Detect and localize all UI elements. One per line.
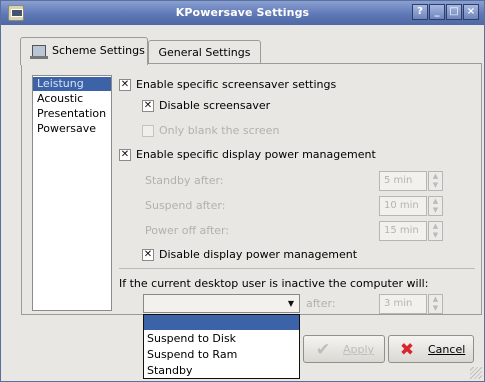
spin-up-icon[interactable]: ▲ bbox=[429, 222, 442, 231]
power-off-after-value[interactable]: 15 min bbox=[379, 221, 427, 241]
enable-display-pm-label: Enable specific display power management bbox=[136, 148, 376, 161]
suspend-after-spinbox[interactable]: 10 min ▲ ▼ bbox=[379, 196, 443, 216]
apply-button-label: Apply bbox=[343, 343, 375, 356]
scheme-item-powersave[interactable]: Powersave bbox=[33, 122, 111, 136]
only-blank-checkbox[interactable] bbox=[142, 125, 154, 137]
scheme-item-acoustic[interactable]: Acoustic bbox=[33, 92, 111, 106]
cancel-button[interactable]: ✖ Cancel bbox=[388, 335, 474, 363]
suspend-after-value[interactable]: 10 min bbox=[379, 196, 427, 216]
title-bar[interactable]: KPowersave Settings ? _ □ × bbox=[1, 1, 484, 25]
spin-up-icon[interactable]: ▲ bbox=[429, 172, 442, 181]
cancel-button-label: Cancel bbox=[428, 343, 466, 356]
spin-down-icon[interactable]: ▼ bbox=[429, 231, 442, 240]
suspend-after-label: Suspend after: bbox=[145, 199, 226, 212]
suspend-spin-arrows[interactable]: ▲ ▼ bbox=[428, 196, 443, 216]
inactive-after-spinbox[interactable]: 3 min ▲ ▼ bbox=[379, 294, 443, 314]
standby-spin-arrows[interactable]: ▲ ▼ bbox=[428, 171, 443, 191]
disable-screensaver-checkbox[interactable]: ✕ bbox=[142, 100, 154, 112]
inactive-action-label: If the current desktop user is inactive … bbox=[119, 277, 429, 290]
kpowersave-window: KPowersave Settings ? _ □ × Scheme Setti… bbox=[0, 0, 485, 382]
scheme-list[interactable]: Leistung Acoustic Presentation Powersave bbox=[32, 75, 112, 311]
only-blank-label: Only blank the screen bbox=[159, 124, 280, 137]
inactive-spin-arrows[interactable]: ▲ ▼ bbox=[428, 294, 443, 314]
scheme-item-leistung[interactable]: Leistung bbox=[33, 77, 111, 91]
resize-grip[interactable] bbox=[470, 367, 482, 379]
tab-scheme-settings[interactable]: Scheme Settings bbox=[20, 37, 148, 65]
chevron-down-icon[interactable]: ▼ bbox=[283, 295, 299, 312]
enable-screensaver-checkbox[interactable]: ✕ bbox=[119, 79, 131, 91]
spin-down-icon[interactable]: ▼ bbox=[429, 181, 442, 190]
spin-up-icon[interactable]: ▲ bbox=[429, 197, 442, 206]
disable-screensaver-label: Disable screensaver bbox=[159, 99, 271, 112]
cancel-x-icon: ✖ bbox=[399, 340, 415, 360]
inactive-after-value[interactable]: 3 min bbox=[379, 294, 427, 314]
disable-display-pm-checkbox[interactable]: ✕ bbox=[142, 249, 154, 261]
power-off-after-spinbox[interactable]: 15 min ▲ ▼ bbox=[379, 221, 443, 241]
help-button[interactable]: ? bbox=[412, 4, 428, 20]
maximize-button[interactable]: □ bbox=[446, 4, 462, 20]
spin-up-icon[interactable]: ▲ bbox=[429, 295, 442, 304]
close-button[interactable]: × bbox=[463, 4, 479, 20]
enable-display-pm-checkbox[interactable]: ✕ bbox=[119, 149, 131, 161]
section-divider bbox=[119, 268, 475, 269]
checkmark-icon: ✔ bbox=[315, 340, 331, 360]
enable-screensaver-label: Enable specific screensaver settings bbox=[136, 78, 337, 91]
standby-after-spinbox[interactable]: 5 min ▲ ▼ bbox=[379, 171, 443, 191]
after-label: after: bbox=[306, 297, 336, 310]
scheme-item-presentation[interactable]: Presentation bbox=[33, 107, 111, 121]
disable-display-pm-label: Disable display power management bbox=[159, 248, 358, 261]
option-suspend-to-ram[interactable]: Suspend to Ram bbox=[147, 348, 237, 362]
tab-scheme-settings-label: Scheme Settings bbox=[52, 44, 145, 57]
standby-after-label: Standby after: bbox=[145, 174, 224, 187]
minimize-button[interactable]: _ bbox=[429, 4, 445, 20]
dropdown-empty-highlighted-option[interactable] bbox=[144, 315, 299, 330]
option-standby[interactable]: Standby bbox=[147, 364, 192, 378]
apply-button[interactable]: ✔ Apply bbox=[303, 335, 385, 363]
inactive-action-select[interactable]: ▼ bbox=[143, 294, 300, 313]
spin-down-icon[interactable]: ▼ bbox=[429, 304, 442, 313]
inactive-action-dropdown[interactable]: Suspend to Disk Suspend to Ram Standby bbox=[143, 314, 300, 379]
power-off-spin-arrows[interactable]: ▲ ▼ bbox=[428, 221, 443, 241]
monitor-icon bbox=[30, 45, 48, 59]
standby-after-value[interactable]: 5 min bbox=[379, 171, 427, 191]
spin-down-icon[interactable]: ▼ bbox=[429, 206, 442, 215]
option-suspend-to-disk[interactable]: Suspend to Disk bbox=[147, 332, 236, 346]
power-off-after-label: Power off after: bbox=[145, 224, 230, 237]
